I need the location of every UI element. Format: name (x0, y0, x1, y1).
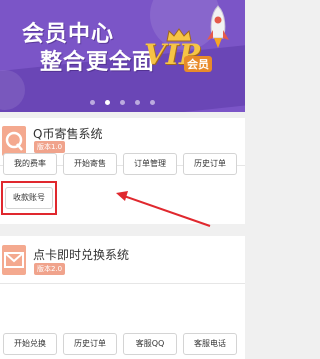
envelope-icon (2, 245, 26, 275)
highlight-box (1, 181, 57, 215)
card-exchange-section: 点卡即时兑换系统 版本2.0 开始兑换 历史订单 客服QQ 客服电话 (0, 236, 245, 359)
vip-logo-sub: 会员 (184, 56, 212, 72)
qq-coin-icon (2, 126, 26, 156)
carousel-dot-active[interactable] (105, 100, 110, 105)
vip-banner[interactable]: 会员中心 整合更全面 VIP 会员 (0, 0, 245, 112)
card-system-name: 点卡即时兑换系统 (33, 248, 130, 262)
qb-version-badge: 版本1.0 (34, 141, 66, 153)
my-rate-button[interactable]: 我的费率 (3, 153, 57, 175)
order-manage-button[interactable]: 订单管理 (123, 153, 177, 175)
start-consign-button[interactable]: 开始寄售 (63, 153, 117, 175)
carousel-dot[interactable] (150, 100, 155, 105)
carousel-dots[interactable] (0, 100, 245, 105)
history-orders-button[interactable]: 历史订单 (183, 153, 237, 175)
service-phone-button[interactable]: 客服电话 (183, 333, 237, 355)
banner-title-line2: 整合更全面 (40, 50, 156, 75)
rocket-icon (207, 5, 229, 48)
card-section-header: 点卡即时兑换系统 版本2.0 (0, 236, 245, 284)
carousel-dot[interactable] (120, 100, 125, 105)
carousel-dot[interactable] (135, 100, 140, 105)
carousel-dot[interactable] (90, 100, 95, 105)
card-version-badge: 版本2.0 (34, 263, 66, 275)
start-exchange-button[interactable]: 开始兑换 (3, 333, 57, 355)
service-qq-button[interactable]: 客服QQ (123, 333, 177, 355)
qb-system-name: Q币寄售系统 (33, 127, 103, 141)
card-history-orders-button[interactable]: 历史订单 (63, 333, 117, 355)
